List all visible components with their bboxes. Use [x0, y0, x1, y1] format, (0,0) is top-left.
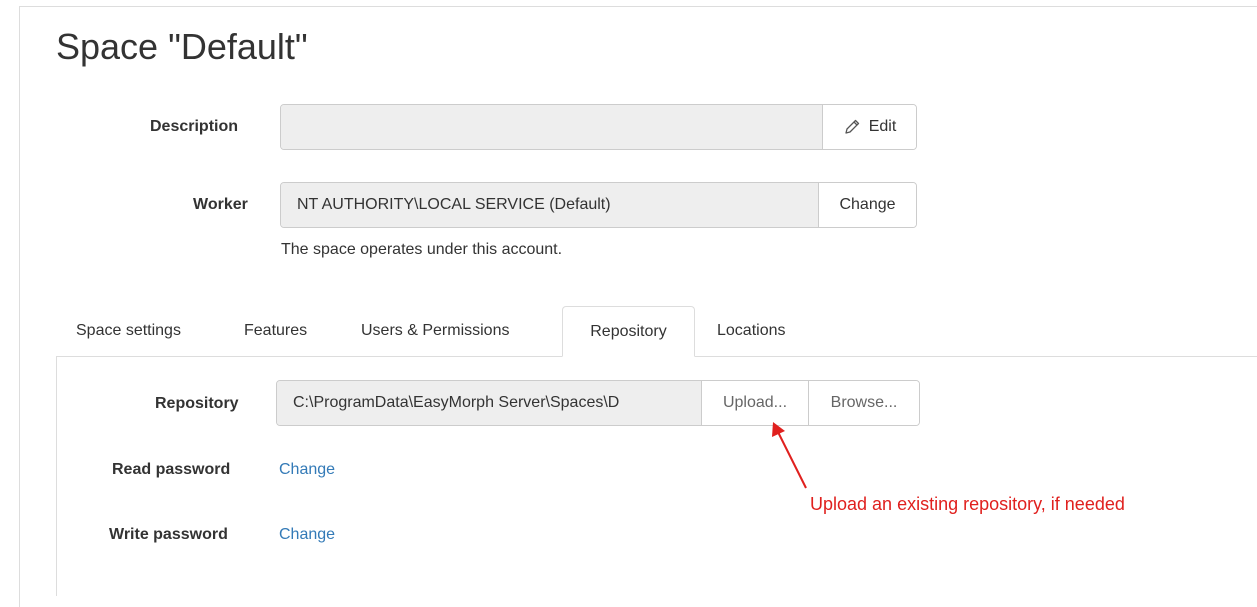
annotation-text: Upload an existing repository, if needed: [810, 494, 1125, 514]
annotation-arrow-icon: [772, 422, 807, 489]
worker-change-button[interactable]: Change: [818, 183, 916, 227]
read-password-label: Read password: [112, 461, 231, 478]
description-edit-button[interactable]: Edit: [822, 105, 916, 149]
repository-label: Repository: [155, 395, 239, 412]
tab-space-settings[interactable]: Space settings: [76, 306, 181, 356]
write-password-label: Write password: [109, 526, 228, 543]
worker-input-group: NT AUTHORITY\LOCAL SERVICE (Default) Cha…: [280, 182, 917, 228]
write-password-change-link[interactable]: Change: [279, 526, 335, 544]
read-password-change-link[interactable]: Change: [279, 461, 335, 479]
tab-users-permissions[interactable]: Users & Permissions: [361, 306, 509, 356]
page-title: Space "Default": [56, 26, 308, 67]
repository-input-group: C:\ProgramData\EasyMorph Server\Spaces\D…: [276, 380, 920, 426]
description-field[interactable]: [281, 105, 822, 149]
worker-label: Worker: [193, 196, 248, 213]
description-label: Description: [150, 118, 239, 135]
tab-repository[interactable]: Repository: [562, 306, 695, 357]
tab-locations[interactable]: Locations: [717, 306, 786, 356]
worker-field: NT AUTHORITY\LOCAL SERVICE (Default): [281, 183, 818, 227]
tab-bar: Space settings Features Users & Permissi…: [56, 306, 1257, 357]
tab-features[interactable]: Features: [244, 306, 307, 356]
edit-label: Edit: [868, 118, 897, 135]
repository-path-field: C:\ProgramData\EasyMorph Server\Spaces\D: [277, 381, 701, 425]
browse-button[interactable]: Browse...: [808, 381, 919, 425]
pencil-icon: [843, 118, 861, 136]
worker-help-text: The space operates under this account.: [281, 241, 563, 258]
description-input-group: Edit: [280, 104, 917, 150]
